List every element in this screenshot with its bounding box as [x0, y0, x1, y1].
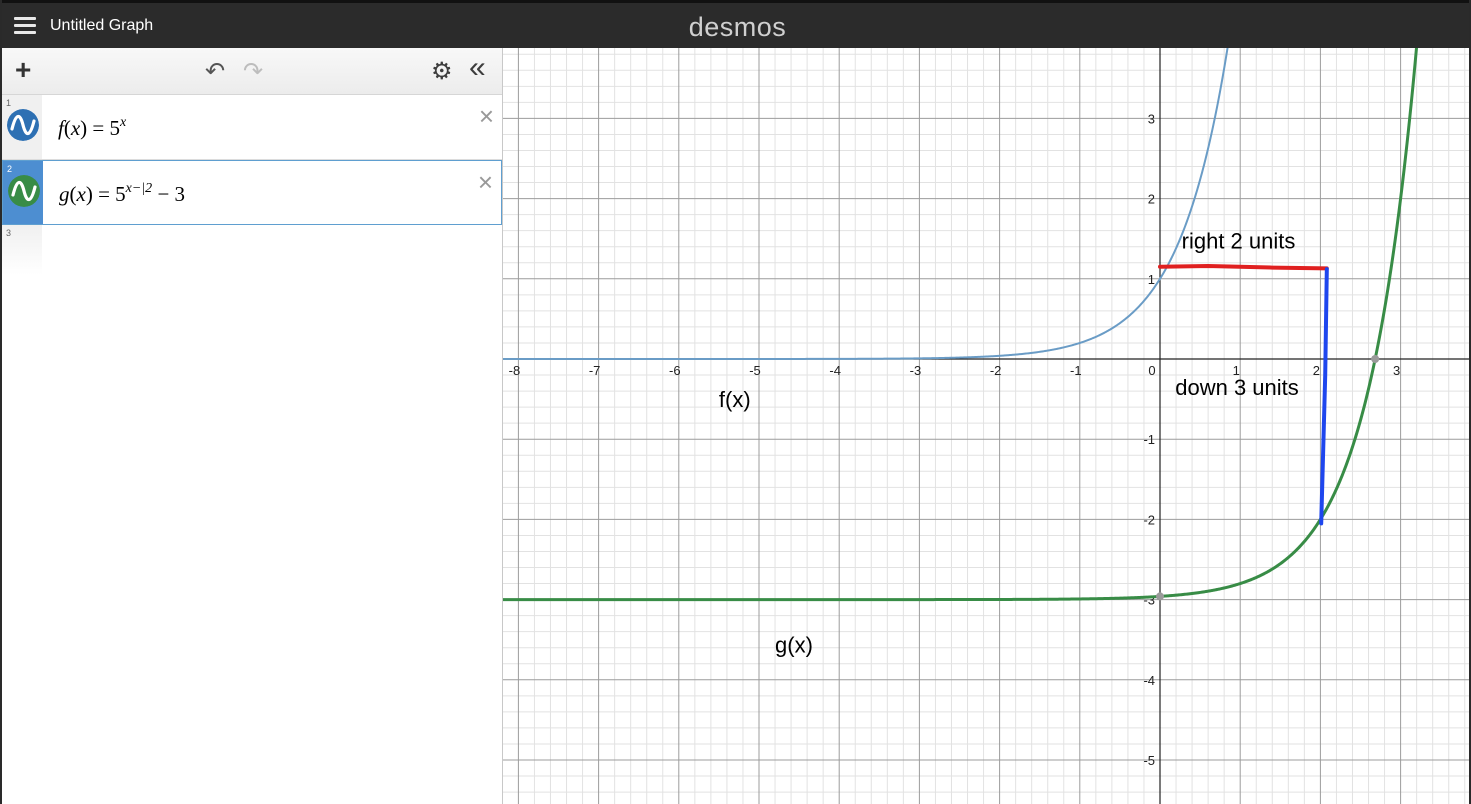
- expression-math[interactable]: f(x) = 5x: [58, 115, 126, 141]
- y-tick-label: -4: [1143, 673, 1155, 688]
- desmos-logo: desmos: [688, 12, 787, 42]
- y-tick-label: -3: [1143, 593, 1155, 608]
- down-3-units-label: down 3 units: [1175, 375, 1299, 400]
- delete-expression-icon[interactable]: ×: [478, 167, 493, 198]
- x-tick-label: -5: [749, 363, 761, 378]
- x-tick-label: -7: [589, 363, 601, 378]
- delete-expression-icon[interactable]: ×: [479, 101, 494, 132]
- y-tick-label: 2: [1148, 192, 1155, 207]
- graph-color-icon[interactable]: [8, 175, 40, 207]
- right-2-units-label: right 2 units: [1182, 228, 1296, 253]
- g-x-intercept-point[interactable]: [1371, 355, 1380, 363]
- curve-f[interactable]: [503, 48, 1231, 360]
- expression-number: 3: [6, 228, 12, 238]
- gear-icon[interactable]: ⚙: [431, 60, 453, 84]
- right-shift-annotation: [1158, 263, 1329, 271]
- x-tick-label: -1: [1070, 363, 1082, 378]
- x-tick-label: 3: [1393, 363, 1400, 378]
- x-tick-label: -3: [910, 363, 922, 378]
- g-y-intercept-point[interactable]: [1156, 592, 1164, 601]
- y-tick-label: -2: [1143, 512, 1155, 527]
- expression-row-1[interactable]: 1 f(x) = 5x ×: [2, 95, 502, 160]
- y-tick-label: -5: [1143, 753, 1155, 768]
- undo-icon[interactable]: ↶: [205, 60, 225, 84]
- x-tick-label: -4: [829, 363, 841, 378]
- y-tick-label: -1: [1143, 432, 1155, 447]
- top-bar: Untitled Graph desmos: [2, 0, 1469, 48]
- add-expression-button[interactable]: +: [15, 56, 31, 84]
- desmos-app: Untitled Graph desmos + ↶ ↷ ⚙ « 1 f(x) =…: [0, 0, 1471, 804]
- expression-row-2[interactable]: 2 g(x) = 5x−|2 − 3 ×: [2, 160, 502, 225]
- g-label: g(x): [775, 633, 813, 658]
- graph-paper[interactable]: -8 -7 -6 -5 -4 -3 -2 -1 0 1 2 3 3 2 1 -1 -2 -3 -4 -5 right…: [503, 48, 1471, 804]
- menu-icon[interactable]: [14, 17, 36, 37]
- curve-g[interactable]: [503, 48, 1419, 602]
- x-tick-label: -2: [990, 363, 1002, 378]
- graph-title[interactable]: Untitled Graph: [50, 17, 153, 35]
- expression-number: 1: [6, 98, 12, 108]
- collapse-sidebar-icon[interactable]: «: [469, 53, 486, 83]
- x-tick-label: 2: [1313, 363, 1320, 378]
- x-tick-label: -6: [669, 363, 681, 378]
- expression-list: + ↶ ↷ ⚙ « 1 f(x) = 5x × 2 g(x) = 5x−|2 −…: [2, 48, 503, 804]
- expression-tab[interactable]: 3: [2, 225, 42, 275]
- x-tick-label: -8: [509, 363, 521, 378]
- expression-toolbar: + ↶ ↷ ⚙ «: [2, 48, 502, 95]
- x-tick-label: 0: [1148, 363, 1155, 378]
- expression-row-3[interactable]: 3: [2, 225, 502, 275]
- redo-icon[interactable]: ↷: [243, 60, 263, 84]
- f-label: f(x): [719, 387, 751, 412]
- down-shift-annotation: [1319, 267, 1329, 526]
- expression-number: 2: [7, 164, 13, 174]
- graph-color-icon[interactable]: [7, 109, 39, 141]
- y-tick-label: 1: [1148, 272, 1155, 287]
- y-tick-label: 3: [1148, 111, 1155, 126]
- graph-canvas[interactable]: -8 -7 -6 -5 -4 -3 -2 -1 0 1 2 3 3 2 1 -1 -2 -3 -4 -5 right…: [503, 48, 1471, 804]
- expression-tab[interactable]: 2: [3, 161, 43, 224]
- expression-tab[interactable]: 1: [2, 95, 42, 159]
- expression-math[interactable]: g(x) = 5x−|2 − 3: [59, 181, 185, 207]
- y-axis-ticks: 3 2 1 -1 -2 -3 -4 -5: [1143, 111, 1155, 768]
